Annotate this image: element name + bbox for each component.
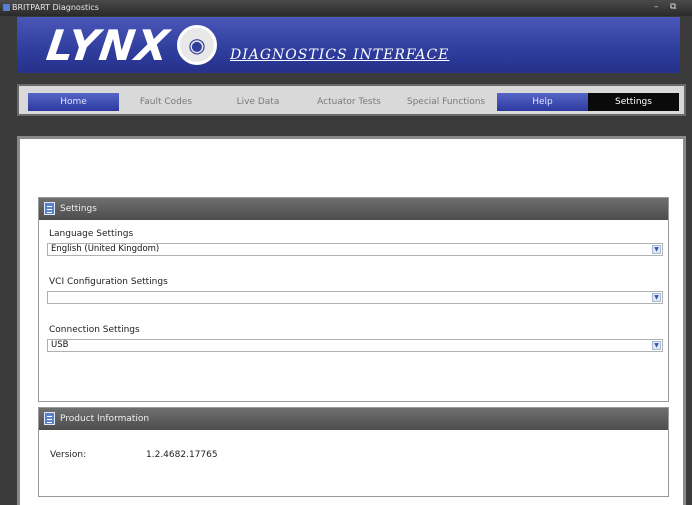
tab-home[interactable]: Home xyxy=(28,93,119,111)
header-banner: LYNX ◉ DIAGNOSTICS INTERFACE xyxy=(17,17,680,73)
tab-special-functions[interactable]: Special Functions xyxy=(395,93,497,111)
document-icon xyxy=(44,412,55,425)
settings-header: Settings xyxy=(39,198,668,220)
title-bar: BRITPART Diagnostics – ⧉ xyxy=(0,0,692,16)
tab-fault-codes[interactable]: Fault Codes xyxy=(119,93,213,111)
chevron-down-icon[interactable]: ▼ xyxy=(652,245,661,254)
banner-subtitle: DIAGNOSTICS INTERFACE xyxy=(230,47,450,63)
tab-help[interactable]: Help xyxy=(497,93,588,111)
connection-select[interactable]: USB ▼ xyxy=(47,339,663,352)
chevron-down-icon[interactable]: ▼ xyxy=(652,293,661,302)
restore-button[interactable]: ⧉ xyxy=(670,2,676,12)
product-info-title: Product Information xyxy=(60,414,150,424)
product-info-section: Product Information Version: 1.2.4682.17… xyxy=(38,407,669,497)
product-info-header: Product Information xyxy=(39,408,668,430)
version-label: Version: xyxy=(50,450,87,460)
connection-select-value: USB xyxy=(51,340,69,350)
version-value: 1.2.4682.17765 xyxy=(146,450,218,460)
tab-settings[interactable]: Settings xyxy=(588,93,679,111)
window-title: BRITPART Diagnostics xyxy=(12,3,99,12)
settings-title: Settings xyxy=(60,204,97,214)
vci-settings-label: VCI Configuration Settings xyxy=(49,277,168,287)
minimize-button[interactable]: – xyxy=(654,2,659,12)
language-settings-label: Language Settings xyxy=(49,229,134,239)
chevron-down-icon[interactable]: ▼ xyxy=(652,341,661,350)
tab-actuator-tests[interactable]: Actuator Tests xyxy=(303,93,395,111)
language-select-value: English (United Kingdom) xyxy=(51,244,160,254)
settings-section: Settings Language Settings English (Unit… xyxy=(38,197,669,402)
lynx-logo: LYNX xyxy=(43,21,173,70)
connection-settings-label: Connection Settings xyxy=(49,325,140,335)
app-icon xyxy=(3,4,10,11)
lynx-emblem-icon: ◉ xyxy=(177,25,217,65)
language-select[interactable]: English (United Kingdom) ▼ xyxy=(47,243,663,256)
main-nav: Home Fault Codes Live Data Actuator Test… xyxy=(17,84,686,116)
document-icon xyxy=(44,202,55,215)
tab-live-data[interactable]: Live Data xyxy=(213,93,303,111)
vci-select[interactable]: ▼ xyxy=(47,291,663,304)
